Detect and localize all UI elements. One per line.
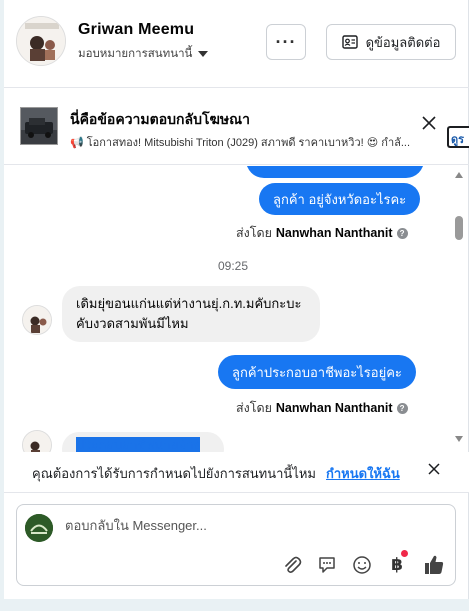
conversation-header: Griwan Meemu มอบหมายการสนทนานี้ ··· ดูข้… [4,0,469,88]
emoji-button[interactable] [350,553,374,577]
outgoing-message-text: ลูกค้าประกอบอาชีพอะไรอยู่คะ [232,364,402,380]
assign-notice-close-button[interactable] [428,462,440,480]
view-contact-button[interactable]: ดูข้อมูลติดต่อ [326,24,456,60]
sent-by-name: Nanwhan Nanthanit [275,401,393,415]
thread-scrollbar[interactable] [452,166,466,452]
reply-input[interactable] [65,518,435,533]
reply-composer: ฿ [16,504,456,586]
composer-area: ฿ [4,492,469,599]
payment-button[interactable]: ฿ [385,550,409,577]
assign-to-me-link[interactable]: กำหนดให้ฉัน [326,463,400,484]
more-button[interactable]: ··· [266,24,306,60]
attachment-button[interactable] [280,553,304,577]
customer-avatar-small[interactable] [22,305,52,335]
sent-by-prefix: ส่งโดย [236,401,272,415]
baht-icon: ฿ [391,555,403,574]
outgoing-message[interactable]: ลูกค้าประกอบอาชีพอะไรอยู่คะ [218,355,416,389]
outgoing-message[interactable]: ลูกค้า อยู่จังหวัดอะไรคะ [259,183,421,215]
assign-dropdown[interactable]: มอบหมายการสนทนานี้ [78,45,209,63]
ad-banner-close-button[interactable] [422,116,436,135]
contact-card-icon [341,35,358,49]
saved-reply-icon [319,557,335,573]
caret-down-icon [198,51,209,57]
attachment-icon [285,556,302,573]
close-icon [422,116,436,130]
incoming-message-line2: คับงวดสามพันมีไหม [76,316,189,331]
incoming-message-highlighted-text: ประกอบอาชีพนายจ้างคับ [76,437,200,452]
incoming-message-line1: เดิมยุ่ขอนแก่นแต่ห่างานยุ่.ก.ท.มคับกะบะ [76,296,302,311]
sent-by-prefix: ส่งโดย [236,226,272,240]
like-button[interactable] [422,553,446,577]
sent-by-line: ส่งโดย Nanwhan Nanthanit ? [236,223,408,243]
saved-replies-button[interactable] [315,553,339,577]
ad-thumbnail[interactable] [20,107,58,145]
ad-banner-title: นี่คือข้อความตอบกลับโฆษณา [70,111,250,127]
conversation-panel: Griwan Meemu มอบหมายการสนทนานี้ ··· ดูข้… [4,0,469,599]
incoming-message-partial[interactable]: ประกอบอาชีพนายจ้างคับ [62,432,224,452]
like-icon [425,555,444,574]
outgoing-message-partial[interactable] [246,166,424,178]
assign-notice-text: คุณต้องการได้รับการกำหนดไปยังการสนทนานี้… [32,466,316,481]
ad-reply-banner: นี่คือข้อความตอบกลับโฆษณา 📢 โอกาสทอง! Mi… [4,89,469,165]
sent-by-name: Nanwhan Nanthanit [275,226,393,240]
info-icon[interactable]: ? [396,402,408,414]
page-avatar [25,514,53,542]
scroll-up-arrow-icon[interactable] [455,172,463,178]
assign-label: มอบหมายการสนทนานี้ [78,48,193,60]
view-contact-label: ดูข้อมูลติดต่อ [365,34,441,50]
sent-by-line: ส่งโดย Nanwhan Nanthanit ? [236,398,408,418]
emoji-icon [353,556,371,574]
assign-notice: คุณต้องการได้รับการกำหนดไปยังการสนทนานี้… [4,452,469,492]
incoming-message[interactable]: เดิมยุ่ขอนแก่นแต่ห่างานยุ่.ก.ท.มคับกะบะ … [62,286,320,342]
info-icon[interactable]: ? [396,227,408,239]
notification-dot [401,550,408,557]
close-icon [428,463,440,475]
more-icon: ··· [275,31,297,52]
customer-name: Griwan Meemu [78,21,195,38]
ad-tag-button[interactable]: ดูร [447,126,469,148]
outgoing-message-text: ลูกค้า อยู่จังหวัดอะไรคะ [273,191,407,207]
scrollbar-thumb[interactable] [455,216,463,240]
customer-avatar[interactable] [16,16,66,66]
message-timestamp: 09:25 [217,259,249,273]
customer-avatar-small[interactable] [22,430,52,452]
ad-banner-subtitle: 📢 โอกาสทอง! Mitsubishi Triton (J029) สภา… [70,137,411,149]
scroll-down-arrow-icon[interactable] [455,436,463,442]
message-thread: ลูกค้า อยู่จังหวัดอะไรคะ ส่งโดย Nanwhan … [4,166,469,452]
